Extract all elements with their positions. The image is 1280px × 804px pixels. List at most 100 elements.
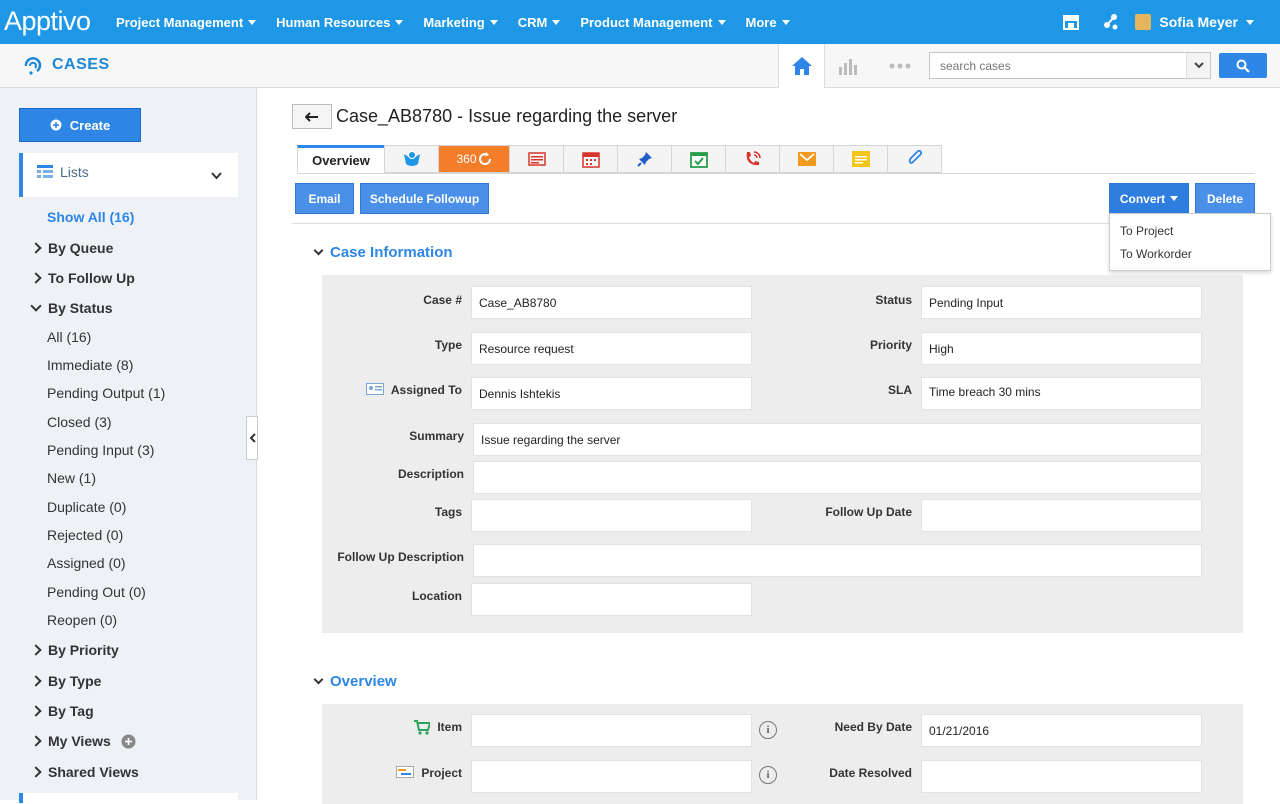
group-by-tag[interactable]: By Tag <box>30 703 94 719</box>
date-resolved-field[interactable] <box>921 760 1202 793</box>
label-status: Status <box>875 293 912 307</box>
group-by-type[interactable]: By Type <box>30 673 101 689</box>
create-button[interactable]: Create <box>19 108 141 142</box>
item-field[interactable] <box>471 714 752 747</box>
tab-customer[interactable] <box>384 145 439 173</box>
follow-up-date-field[interactable] <box>921 499 1202 532</box>
status-item[interactable]: Duplicate (0) <box>47 499 126 515</box>
collapse-sidebar-toggle[interactable] <box>246 416 258 460</box>
email-button[interactable]: Email <box>295 183 354 214</box>
section-case-information[interactable]: Case Information <box>313 244 453 261</box>
delete-button[interactable]: Delete <box>1195 183 1255 214</box>
contact-card-icon[interactable] <box>365 383 384 395</box>
follow-up-description-field[interactable] <box>473 544 1202 577</box>
back-button[interactable] <box>292 104 332 129</box>
group-to-follow-up[interactable]: To Follow Up <box>30 270 135 286</box>
project-info-icon[interactable]: i <box>759 766 777 784</box>
user-menu[interactable]: Sofia Meyer <box>1135 14 1254 30</box>
menu-item-to-project[interactable]: To Project <box>1120 224 1173 238</box>
label-priority: Priority <box>869 338 912 352</box>
status-item[interactable]: Rejected (0) <box>47 527 123 543</box>
sidebar: Create Lists Show All (16) By Queue To F… <box>0 88 257 803</box>
tags-field[interactable] <box>471 499 752 532</box>
chevron-down-icon <box>211 172 222 180</box>
description-field[interactable] <box>473 461 1202 494</box>
search-button[interactable] <box>1219 53 1267 78</box>
status-item[interactable]: All (16) <box>47 329 91 345</box>
search-icon <box>1236 59 1250 73</box>
chevron-right-icon <box>30 766 42 778</box>
label-summary: Summary <box>409 429 464 443</box>
location-field[interactable] <box>471 583 752 616</box>
nav-more[interactable]: More <box>746 15 790 30</box>
view-switcher <box>778 44 930 88</box>
apptivo-logo[interactable]: Apptivo <box>4 6 91 37</box>
search-dropdown-toggle[interactable] <box>1186 53 1210 78</box>
status-item[interactable]: Assigned (0) <box>47 555 126 571</box>
tab-attachments[interactable] <box>887 145 942 173</box>
phone-icon <box>746 151 761 166</box>
assigned-to-field[interactable]: Dennis Ishtekis <box>471 377 752 410</box>
reports-chart-icon[interactable] <box>824 44 870 88</box>
more-options-icon[interactable] <box>870 44 930 88</box>
nav-human-resources[interactable]: Human Resources <box>276 15 404 30</box>
page-title: Case_AB8780 - Issue regarding the server <box>336 106 678 126</box>
convert-button[interactable]: Convert <box>1109 183 1189 214</box>
nav-crm[interactable]: CRM <box>518 15 561 30</box>
show-all-link[interactable]: Show All (16) <box>47 209 134 225</box>
section-overview[interactable]: Overview <box>313 673 397 690</box>
chevron-right-icon <box>30 675 42 687</box>
store-icon[interactable] <box>1051 0 1091 44</box>
chevron-down-icon <box>30 300 42 312</box>
status-item[interactable]: Reopen (0) <box>47 612 117 628</box>
status-item[interactable]: Pending Input (3) <box>47 442 154 458</box>
lists-selector[interactable]: Lists <box>19 153 238 197</box>
nav-marketing[interactable]: Marketing <box>423 15 498 30</box>
refresh-icon <box>478 152 491 166</box>
tab-tasks[interactable] <box>671 145 726 173</box>
add-view-icon[interactable] <box>121 734 136 749</box>
caret-down-icon <box>248 19 257 25</box>
label-date-resolved: Date Resolved <box>829 766 912 780</box>
tab-notes[interactable] <box>833 145 888 173</box>
menu-item-to-workorder[interactable]: To Workorder <box>1120 247 1192 261</box>
tab-pin[interactable] <box>617 145 672 173</box>
tab-calendar[interactable] <box>563 145 618 173</box>
status-item[interactable]: Closed (3) <box>47 414 112 430</box>
case-number-field[interactable]: Case_AB8780 <box>471 286 752 319</box>
tab-notes-list[interactable] <box>509 145 564 173</box>
label-follow-up-date: Follow Up Date <box>825 505 912 519</box>
status-item[interactable]: Pending Output (1) <box>47 385 165 401</box>
tab-calls[interactable] <box>725 145 780 173</box>
status-item[interactable]: Immediate (8) <box>47 357 133 373</box>
chevron-right-icon <box>30 272 42 284</box>
need-by-date-field[interactable]: 01/21/2016 <box>921 714 1202 747</box>
app-header-bar: CASES <box>0 44 1280 88</box>
group-by-priority[interactable]: By Priority <box>30 642 119 658</box>
status-item[interactable]: New (1) <box>47 470 96 486</box>
top-right-tools: Sofia Meyer <box>1051 0 1280 44</box>
home-icon[interactable] <box>778 44 824 88</box>
group-by-status[interactable]: By Status <box>30 300 113 316</box>
sla-field[interactable]: Time breach 30 mins <box>921 377 1202 410</box>
connections-icon[interactable] <box>1091 0 1131 44</box>
item-info-icon[interactable]: i <box>759 721 777 739</box>
project-field[interactable] <box>471 760 752 793</box>
group-by-queue[interactable]: By Queue <box>30 240 113 256</box>
search-input[interactable] <box>930 53 1180 78</box>
priority-field[interactable]: High <box>921 332 1202 365</box>
tab-overview[interactable]: Overview <box>297 145 385 173</box>
status-field[interactable]: Pending Input <box>921 286 1202 319</box>
status-item[interactable]: Pending Out (0) <box>47 584 146 600</box>
summary-field[interactable]: Issue regarding the server <box>473 423 1202 456</box>
group-my-views[interactable]: My Views <box>30 733 136 749</box>
tab-360[interactable]: 360 <box>438 145 510 173</box>
group-shared-views[interactable]: Shared Views <box>30 764 139 780</box>
nav-project-management[interactable]: Project Management <box>116 15 257 30</box>
schedule-followup-button[interactable]: Schedule Followup <box>360 183 489 214</box>
tab-emails[interactable] <box>779 145 834 173</box>
label-location: Location <box>412 589 462 603</box>
type-field[interactable]: Resource request <box>471 332 752 365</box>
nav-product-management[interactable]: Product Management <box>580 15 726 30</box>
chevron-right-icon <box>30 644 42 656</box>
